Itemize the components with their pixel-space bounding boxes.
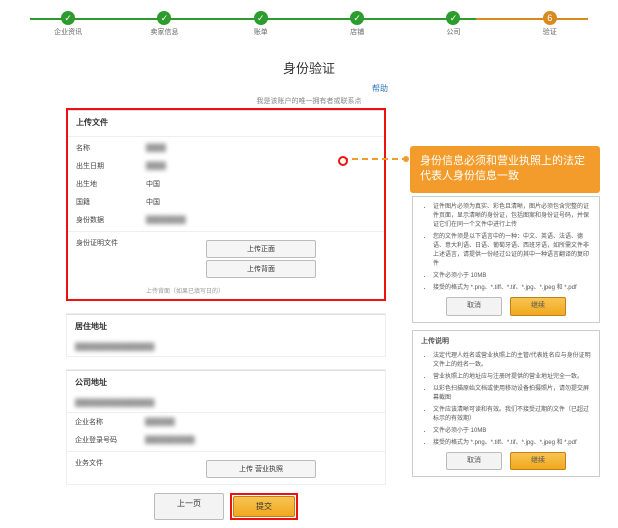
step-2-label: 卖家信息 [116,27,212,37]
value-company-name: ██████ [145,419,175,426]
step-1-icon: ✓ [61,11,75,25]
info2-item6: 接受的格式为 *.png、*.tiff、*.tif、*.jpg、*.jpeg 和… [433,439,591,448]
label-nationality: 国籍 [76,197,146,207]
residence-panel: 居住地址 ████████████████ [66,313,386,357]
upload-license-button[interactable]: 上传 营业执照 [206,460,316,478]
value-id-data: ████████ [146,217,186,224]
step-5-icon: ✓ [446,11,460,25]
info2-continue-button[interactable]: 继续 [510,452,566,471]
page-title: 身份验证 [0,58,618,77]
info2-item3: 以彩色扫描原始文档或使用移动设备拍摄照片，请勿提交屏幕截图 [433,385,591,403]
info1-continue-button[interactable]: 继续 [510,297,566,316]
label-reg-no: 企业登录号码 [75,435,145,445]
info2-cancel-button[interactable]: 取消 [446,452,502,471]
company-info-panel: 企业名称██████ 企业登录号码██████████ 业务文件 上传 营业执照 [66,413,386,485]
step-3-label: 账单 [213,27,309,37]
info1-item4: 接受的格式为 *.png、*.tiff、*.tif、*.jpg、*.jpeg 和… [433,284,591,293]
info2-item2: 营业执照上的地址应与注册时提供的营业地址完全一致。 [433,373,591,382]
residence-value: ████████████████ [75,344,154,351]
value-birthplace: 中国 [146,179,160,189]
upload-front-button[interactable]: 上传正面 [206,240,316,258]
label-birthplace: 出生地 [76,179,146,189]
label-name: 名称 [76,143,146,153]
identity-callout: 身份信息必须和营业执照上的法定代表人身份信息一致 [410,146,600,193]
label-dob: 出生日期 [76,161,146,171]
callout-connector [342,158,408,160]
help-link[interactable]: 帮助 [0,83,388,94]
step-3-icon: ✓ [254,11,268,25]
info2-item1: 法定代理人姓名或营业执照上的主管/代表姓名应与身份证明文件上的姓名一致。 [433,352,591,370]
info-box-license-upload: 上传说明 法定代理人姓名或营业执照上的主管/代表姓名应与身份证明文件上的姓名一致… [412,330,600,477]
upload-back-button[interactable]: 上传背面 [206,260,316,278]
residence-title: 居住地址 [67,314,385,338]
label-biz-doc: 业务文件 [75,458,145,468]
info1-item3: 文件必须小于 10MB [433,272,591,281]
upload-hint: 上传背面（如果已填写日的） [146,286,384,295]
step-6-label: 验证 [502,27,598,37]
helper-text: 我是该账户的唯一拥有者或联系点 [0,96,618,106]
prev-button[interactable]: 上一页 [154,493,224,520]
step-2-icon: ✓ [157,11,171,25]
upload-section-title: 上传文件 [68,110,384,134]
submit-button[interactable]: 提交 [233,496,295,517]
stepper-bar: ✓ 企业资讯 ✓ 卖家信息 ✓ 账单 ✓ 店铺 ✓ 公司 6 验证 [20,8,598,48]
info1-item1: 证件图片必须为真实、彩色且清晰，图片必须包含完整的证件页面，显示清晰的身份证，包… [433,203,591,230]
label-company-name: 企业名称 [75,417,145,427]
info-box-id-upload: 证件图片必须为真实、彩色且清晰，图片必须包含完整的证件页面，显示清晰的身份证，包… [412,196,600,323]
info2-item4: 文件应该清晰可读和有效。我们不接受过期的文件（已超过标示的有效期） [433,406,591,424]
step-6-icon: 6 [543,11,557,25]
submit-highlight: 提交 [230,493,298,520]
value-reg-no: ██████████ [145,437,195,444]
upload-file-panel: 上传文件 名称████ 出生日期████ 出生地中国 国籍中国 身份数据████… [66,108,386,301]
step-1-label: 企业资讯 [20,27,116,37]
label-id-doc: 身份证明文件 [76,238,146,248]
step-5-label: 公司 [405,27,501,37]
info1-cancel-button[interactable]: 取消 [446,297,502,316]
company-address-title: 公司地址 [67,370,385,394]
value-name: ████ [146,145,166,152]
footer-button-bar: 上一页 提交 [66,493,386,520]
company-address-panel: 公司地址 ████████████████ [66,369,386,413]
step-4-label: 店铺 [309,27,405,37]
value-nationality: 中国 [146,197,160,207]
label-id-data: 身份数据 [76,215,146,225]
info2-item5: 文件必须小于 10MB [433,427,591,436]
company-address-value: ████████████████ [75,400,154,407]
info2-title: 上传说明 [421,337,591,348]
step-4-icon: ✓ [350,11,364,25]
info1-item2: 您的文件须是以下语言中的一种：中文、英语、法语、德语、意大利语、日语、葡萄牙语、… [433,233,591,269]
value-dob: ████ [146,163,166,170]
